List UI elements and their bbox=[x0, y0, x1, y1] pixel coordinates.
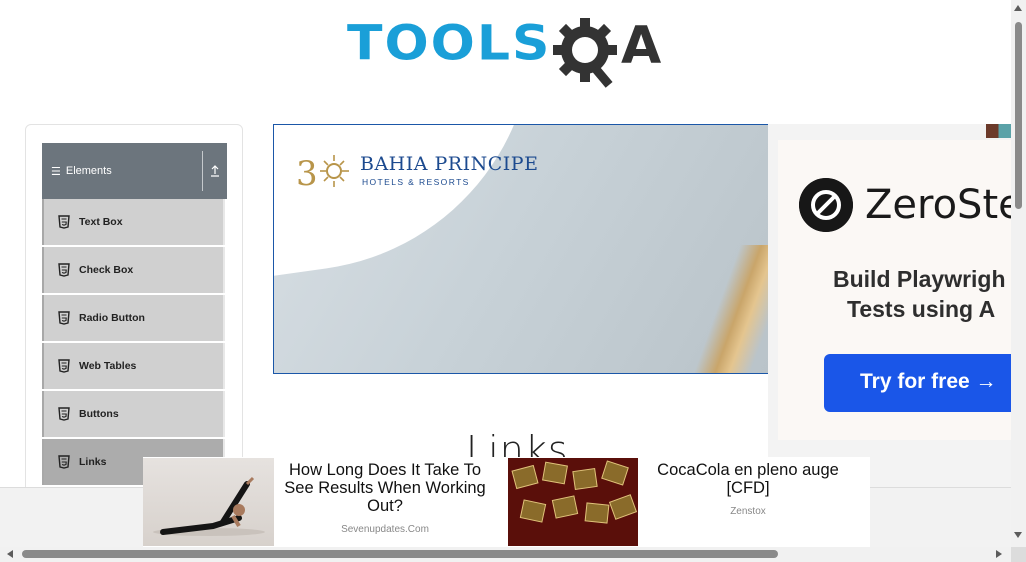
sun-logo-icon: 3 bbox=[296, 154, 349, 191]
scroll-left-arrow-icon[interactable] bbox=[7, 550, 13, 558]
horizontal-scrollbar[interactable] bbox=[0, 547, 1011, 562]
bottom-ad[interactable]: How Long Does It Take To See Results Whe… bbox=[143, 457, 870, 547]
ad-source-2: Zenstox bbox=[730, 506, 766, 517]
banner-photo bbox=[684, 245, 768, 373]
sidebar: ☰ Elements Text Box Check Box Radio Butt… bbox=[25, 124, 243, 504]
banner-white-curve bbox=[274, 125, 565, 292]
ad-source-1: Sevenupdates.Com bbox=[341, 524, 429, 535]
html5-icon bbox=[58, 407, 70, 421]
ad-image-workout[interactable] bbox=[143, 458, 274, 546]
logo-text-tools: TOOLS bbox=[347, 16, 552, 72]
sidebar-item-label: Web Tables bbox=[79, 360, 137, 372]
banner-subtitle: HOTELS & RESORTS bbox=[362, 177, 470, 187]
group-header-label: Elements bbox=[65, 165, 112, 177]
ad-image-cola[interactable] bbox=[508, 458, 638, 546]
hamburger-icon: ☰ bbox=[51, 165, 61, 178]
side-ad-thumbnail bbox=[986, 124, 1011, 138]
sidebar-item-web-tables[interactable]: Web Tables bbox=[42, 343, 225, 389]
scroll-down-arrow-icon[interactable] bbox=[1014, 532, 1022, 538]
scroll-right-arrow-icon[interactable] bbox=[996, 550, 1002, 558]
html5-icon bbox=[58, 359, 70, 373]
side-ad-tagline-1: Build Playwrigh bbox=[833, 266, 1006, 292]
html5-icon bbox=[58, 263, 70, 277]
vertical-scrollbar[interactable] bbox=[1011, 0, 1026, 547]
cola-bottles-icon bbox=[511, 460, 638, 524]
sidebar-item-label: Radio Button bbox=[79, 312, 145, 324]
zerostep-logo-icon bbox=[799, 178, 853, 232]
logo-text-a: A bbox=[621, 16, 662, 76]
gear-magnifier-icon bbox=[553, 18, 617, 88]
svg-text:3: 3 bbox=[296, 154, 318, 191]
scroll-up-arrow-icon[interactable] bbox=[1014, 5, 1022, 11]
scrollbar-corner bbox=[1011, 547, 1026, 562]
html5-icon bbox=[58, 311, 70, 325]
side-ad-brand: ZeroSte bbox=[865, 182, 1011, 228]
banner-title: BAHIA PRINCIPE bbox=[360, 153, 539, 175]
side-ad-zerostep[interactable]: ZeroSte Build Playwrigh Tests using A Tr… bbox=[768, 124, 1011, 488]
group-header-elements[interactable]: ☰ Elements bbox=[42, 143, 227, 199]
html5-icon bbox=[58, 215, 70, 229]
side-ad-tagline-2: Tests using A bbox=[847, 296, 996, 322]
sidebar-item-label: Links bbox=[79, 456, 107, 468]
arrow-up-icon[interactable] bbox=[208, 163, 222, 179]
sidebar-item-label: Buttons bbox=[79, 408, 119, 420]
ad-headline-1[interactable]: How Long Does It Take To See Results Whe… bbox=[275, 461, 495, 515]
try-for-free-button[interactable]: Try for free → bbox=[824, 354, 1011, 412]
sidebar-item-label: Check Box bbox=[79, 264, 134, 276]
html5-icon bbox=[58, 455, 70, 469]
menu-list: Text Box Check Box Radio Button Web Tabl… bbox=[42, 199, 225, 487]
side-ad-card: ZeroSte Build Playwrigh Tests using A Tr… bbox=[778, 140, 1011, 440]
sidebar-item-buttons[interactable]: Buttons bbox=[42, 391, 225, 437]
ad-headline-2[interactable]: CocaCola en pleno auge [CFD] bbox=[639, 461, 857, 497]
sidebar-item-check-box[interactable]: Check Box bbox=[42, 247, 225, 293]
toolsqa-logo[interactable]: TOOLS A bbox=[345, 16, 670, 92]
group-header-divider bbox=[202, 151, 203, 191]
workout-figure-icon bbox=[153, 476, 265, 536]
sidebar-item-text-box[interactable]: Text Box bbox=[42, 199, 225, 245]
sidebar-item-radio-button[interactable]: Radio Button bbox=[42, 295, 225, 341]
vertical-scroll-thumb[interactable] bbox=[1015, 22, 1022, 209]
horizontal-scroll-thumb[interactable] bbox=[22, 550, 778, 558]
sidebar-item-label: Text Box bbox=[79, 216, 123, 228]
banner-ad-bahia-principe[interactable]: 3 BAHIA PRINCIPE HOTELS & RESORTS bbox=[273, 124, 769, 374]
